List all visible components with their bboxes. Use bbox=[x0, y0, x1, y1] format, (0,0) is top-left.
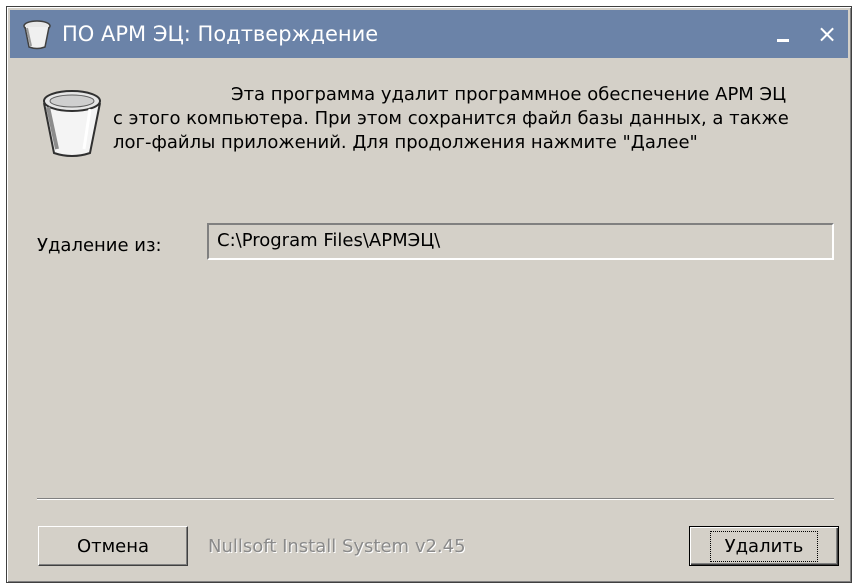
cancel-button-label: Отмена bbox=[76, 535, 150, 557]
title-bar[interactable]: ПО АРМ ЭЦ: Подтверждение × bbox=[10, 10, 848, 58]
footer-separator bbox=[37, 498, 834, 500]
uninstaller-dialog: ПО АРМ ЭЦ: Подтверждение × Эта программа… bbox=[6, 6, 852, 583]
cancel-button[interactable]: Отмена bbox=[38, 526, 188, 566]
window-title: ПО АРМ ЭЦ: Подтверждение bbox=[62, 22, 379, 46]
nsis-branding: Nullsoft Install System v2.45 bbox=[208, 536, 466, 557]
trash-icon bbox=[43, 90, 101, 157]
uninstall-message: Эта программа удалит программное обеспеч… bbox=[113, 83, 833, 155]
close-button[interactable]: × bbox=[812, 19, 842, 49]
message-line-3: лог-файлы приложений. Для продолжения на… bbox=[113, 132, 698, 153]
remove-button-label: Удалить bbox=[709, 530, 819, 562]
message-line-1: Эта программа удалит программное обеспеч… bbox=[231, 84, 787, 105]
trash-icon bbox=[23, 20, 51, 50]
message-line-2: с этого компьютера. При этом сохранится … bbox=[113, 108, 789, 129]
dialog-content: Эта программа удалит программное обеспеч… bbox=[10, 58, 848, 579]
close-icon: × bbox=[816, 20, 838, 48]
minimize-button[interactable] bbox=[768, 19, 798, 49]
uninstall-from-label: Удаление из: bbox=[37, 235, 162, 256]
remove-button[interactable]: Удалить bbox=[689, 526, 839, 566]
uninstall-path-field[interactable]: C:\Program Files\АРМЭЦ\ bbox=[207, 223, 834, 260]
minimize-icon bbox=[777, 38, 789, 42]
